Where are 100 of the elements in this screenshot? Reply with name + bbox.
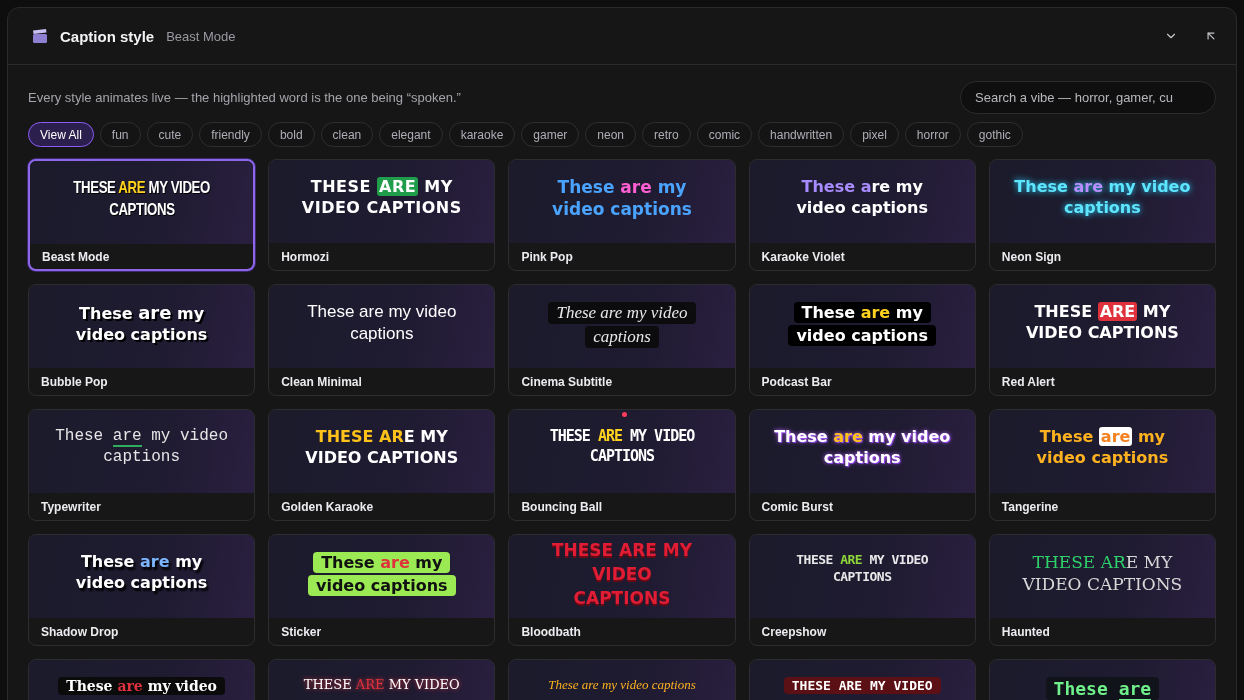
caption-text: THESE ARE MY <box>1032 551 1173 572</box>
filter-chip[interactable]: cute <box>146 122 194 147</box>
caption-text: These are my <box>793 301 931 323</box>
filter-chip[interactable]: gamer <box>521 122 580 147</box>
style-card[interactable]: These are my video captions Pink Pop <box>508 159 736 271</box>
style-name: Red Alert <box>1000 373 1056 391</box>
caption-text: THESE ARE MY VIDEO <box>549 426 695 445</box>
style-card[interactable]: These are my video captions Podcast Bar <box>748 284 976 396</box>
style-card[interactable]: THESE ARE MY VIDEO CAPTIONS Hormozi <box>268 159 496 271</box>
caption-text: THESE ARE MY <box>1034 301 1171 321</box>
caption-text: captions <box>585 325 659 349</box>
filter-chip[interactable]: gothic <box>966 122 1023 147</box>
caption-text: THESE ARE MY VIDEO <box>303 676 460 693</box>
caption-text: These are my video <box>774 426 951 446</box>
style-name: Pink Pop <box>520 248 574 266</box>
style-name: Tangerine <box>1000 498 1060 516</box>
filter-chip[interactable]: View All <box>28 122 94 147</box>
caption-text: THESE ARE MY <box>315 426 448 446</box>
caption-text: VIDEO CAPTIONS <box>301 197 462 217</box>
caption-text: VIDEO <box>592 563 652 586</box>
caption-text: video captions <box>75 325 208 345</box>
caption-text: captions <box>823 447 901 467</box>
caption-text: THESE ARE MY VIDEO <box>73 177 210 198</box>
caption-text: captions <box>103 447 180 467</box>
caption-text: These are my <box>557 176 687 197</box>
caption-text: These are my video <box>58 676 225 696</box>
filter-chip[interactable]: clean <box>320 122 374 147</box>
caption-text: THESE ARE MY VIDEO <box>783 676 941 695</box>
filter-chip[interactable]: neon <box>585 122 637 147</box>
style-name: Beast Mode <box>41 248 111 266</box>
filter-chip[interactable]: karaoke <box>448 122 516 147</box>
filter-chip[interactable]: comic <box>696 122 753 147</box>
style-card[interactable]: THESE ARE MY VIDEO CAPTIONS Bloodbath <box>508 534 736 646</box>
style-card[interactable]: THESE ARE MY VIDEO CAPTIONS Creepshow <box>748 534 976 646</box>
style-card[interactable]: These are my video captions Comic Burst <box>748 409 976 521</box>
caption-text: video captions <box>796 197 928 217</box>
style-name: Bouncing Ball <box>520 498 604 516</box>
caption-text: VIDEO CAPTIONS <box>1025 322 1179 342</box>
caption-text: VIDEO CAPTIONS <box>305 447 459 467</box>
caption-text: VIDEO CAPTIONS <box>1022 573 1183 595</box>
caption-text: These are my video captions <box>548 676 696 693</box>
style-card[interactable]: THESE ARE MY VIDEO CAPTIONS Bouncing Ball <box>508 409 736 521</box>
clapperboard-icon <box>32 28 48 44</box>
caption-text: These are <box>1045 676 1160 700</box>
caption-text: THESE ARE MY <box>551 539 693 562</box>
style-name: Bubble Pop <box>40 373 109 391</box>
caption-text: video captions <box>552 198 692 220</box>
filter-chip[interactable]: fun <box>99 122 141 147</box>
filter-chip[interactable]: pixel <box>850 122 899 147</box>
style-name: Bloodbath <box>520 623 582 641</box>
style-card[interactable]: These are my video captions Sticker <box>268 534 496 646</box>
style-card[interactable]: These are my video <box>28 659 256 700</box>
style-card[interactable]: These are my video captions Neon Sign <box>988 159 1216 271</box>
caption-text: captions <box>350 323 414 345</box>
style-card[interactable]: These are my video captions Shadow Drop <box>28 534 256 646</box>
caption-text: These are my <box>313 551 451 573</box>
style-card[interactable]: THESE ARE MY VIDEO CAPTIONS Haunted <box>988 534 1216 646</box>
filter-chip[interactable]: friendly <box>199 122 262 147</box>
caption-text: These are my video <box>307 301 457 322</box>
style-name: Haunted <box>1000 623 1051 641</box>
style-card[interactable]: THESE ARE MY VIDEO CAPTIONS Golden Karaoke <box>268 409 496 521</box>
filter-chip[interactable]: elegant <box>379 122 443 147</box>
caption-text: These are my video <box>1014 176 1191 196</box>
filter-chip[interactable]: bold <box>267 122 315 147</box>
filter-chip[interactable]: retro <box>642 122 691 147</box>
style-name: Typewriter <box>40 498 102 516</box>
current-style-name: Beast Mode <box>166 28 236 44</box>
style-card[interactable]: These are my video captions <box>508 659 736 700</box>
style-card[interactable]: These are my video captions Cinema Subtitle <box>508 284 736 396</box>
style-card[interactable]: These are my video captions Clean Minimal <box>268 284 496 396</box>
caption-text: THESE ARE MY <box>310 176 453 196</box>
style-card[interactable]: These are my video captions Tangerine <box>988 409 1216 521</box>
style-name: Karaoke Violet <box>760 248 846 266</box>
caption-text: CAPTIONS <box>108 199 175 221</box>
style-card[interactable]: THESE ARE MY VIDEO CAPTIONS Beast Mode <box>28 159 256 271</box>
style-name: Clean Minimal <box>280 373 363 391</box>
caption-text: These are my video <box>55 426 228 446</box>
style-name: Neon Sign <box>1000 248 1063 266</box>
caption-text: CAPTIONS <box>589 446 655 465</box>
filter-chip[interactable]: handwritten <box>758 122 845 147</box>
style-name: Creepshow <box>760 623 828 641</box>
style-card[interactable]: THESE ARE MY VIDEO <box>748 659 976 700</box>
caption-text: These are my <box>80 551 203 571</box>
bouncing-ball-icon <box>622 412 627 417</box>
caption-text: CAPTIONS <box>573 587 671 610</box>
style-card[interactable]: These are <box>988 659 1216 700</box>
filter-chip[interactable]: horror <box>904 122 961 147</box>
style-name: Sticker <box>280 623 323 641</box>
style-card[interactable]: These are my video captions Bubble Pop <box>28 284 256 396</box>
style-card[interactable]: These are my video captions Karaoke Violet <box>748 159 976 271</box>
style-card[interactable]: These are my video captions Typewriter <box>28 409 256 521</box>
caption-text: These are my <box>1039 426 1166 446</box>
search-field[interactable]: Search a vibe — horror, gamer, cu <box>960 81 1216 114</box>
style-card[interactable]: THESE ARE MY VIDEO <box>268 659 496 700</box>
style-name: Shadow Drop <box>40 623 120 641</box>
style-card[interactable]: THESE ARE MY VIDEO CAPTIONS Red Alert <box>988 284 1216 396</box>
caption-text: video captions <box>308 574 456 596</box>
hint-text: Every style animates live — the highlighted word is the one being “spoken.” <box>28 90 461 105</box>
caption-text: video captions <box>75 572 208 592</box>
style-name: Golden Karaoke <box>280 498 375 516</box>
